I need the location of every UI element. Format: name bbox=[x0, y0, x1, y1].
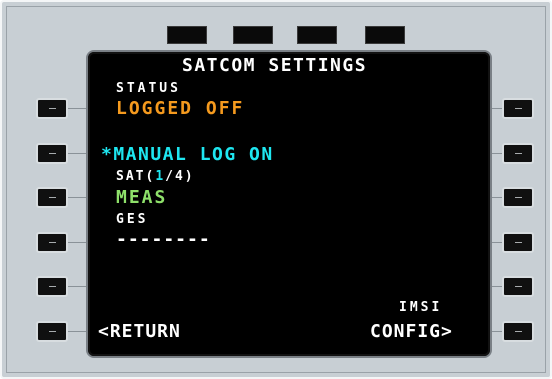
cdu-display: SATCOM SETTINGS STATUS LOGGED OFF *MANUA… bbox=[88, 52, 490, 356]
satellite-selector: SAT(1/4) bbox=[116, 170, 195, 183]
dash-icon bbox=[48, 286, 56, 287]
page-title: SATCOM SETTINGS bbox=[182, 55, 368, 76]
lsk-l6-line bbox=[68, 331, 88, 332]
line-select-key-l6[interactable] bbox=[36, 321, 68, 342]
lsk-l1-line bbox=[68, 108, 88, 109]
sat-suffix: /4) bbox=[165, 169, 195, 184]
dash-icon bbox=[514, 286, 522, 287]
return-prompt[interactable]: <RETURN bbox=[98, 323, 181, 341]
dash-icon bbox=[48, 153, 56, 154]
line-select-key-l5[interactable] bbox=[36, 276, 68, 297]
line-select-key-r6[interactable] bbox=[502, 321, 534, 342]
ges-label: GES bbox=[116, 212, 149, 227]
status-value: LOGGED OFF bbox=[116, 98, 245, 119]
status-label: STATUS bbox=[116, 81, 181, 96]
line-select-key-l2[interactable] bbox=[36, 143, 68, 164]
line-select-key-r5[interactable] bbox=[502, 276, 534, 297]
line-select-key-r3[interactable] bbox=[502, 187, 534, 208]
dash-icon bbox=[48, 197, 56, 198]
lsk-l2-line bbox=[68, 153, 88, 154]
top-function-key-3[interactable] bbox=[297, 26, 337, 44]
dash-icon bbox=[48, 108, 56, 109]
line-select-key-r1[interactable] bbox=[502, 98, 534, 119]
dash-icon bbox=[514, 197, 522, 198]
line-select-key-l3[interactable] bbox=[36, 187, 68, 208]
lsk-r5-line bbox=[490, 286, 502, 287]
dash-icon bbox=[514, 108, 522, 109]
lsk-r3-line bbox=[490, 197, 502, 198]
lsk-r2-line bbox=[490, 153, 502, 154]
lsk-l3-line bbox=[68, 197, 88, 198]
cdu-bezel: SATCOM SETTINGS STATUS LOGGED OFF *MANUA… bbox=[0, 0, 552, 379]
dash-icon bbox=[48, 242, 56, 243]
meas-value[interactable]: MEAS bbox=[116, 189, 167, 207]
lsk-r1-line bbox=[490, 108, 502, 109]
lsk-l5-line bbox=[68, 286, 88, 287]
config-prompt[interactable]: CONFIG> bbox=[370, 323, 453, 341]
sat-current: 1 bbox=[155, 169, 166, 184]
dash-icon bbox=[514, 331, 522, 332]
line-select-key-l4[interactable] bbox=[36, 232, 68, 253]
imsi-label: IMSI bbox=[399, 300, 443, 315]
line-select-key-r4[interactable] bbox=[502, 232, 534, 253]
manual-log-on-prompt[interactable]: *MANUAL LOG ON bbox=[101, 146, 274, 164]
dash-icon bbox=[48, 331, 56, 332]
top-function-key-1[interactable] bbox=[167, 26, 207, 44]
dash-icon bbox=[514, 242, 522, 243]
dash-icon bbox=[514, 153, 522, 154]
lsk-l4-line bbox=[68, 242, 88, 243]
top-function-key-4[interactable] bbox=[365, 26, 405, 44]
line-select-key-l1[interactable] bbox=[36, 98, 68, 119]
lsk-r6-line bbox=[490, 331, 502, 332]
sat-prefix: SAT( bbox=[116, 169, 156, 184]
top-function-key-2[interactable] bbox=[233, 26, 273, 44]
ges-value: -------- bbox=[116, 229, 211, 250]
line-select-key-r2[interactable] bbox=[502, 143, 534, 164]
lsk-r4-line bbox=[490, 242, 502, 243]
